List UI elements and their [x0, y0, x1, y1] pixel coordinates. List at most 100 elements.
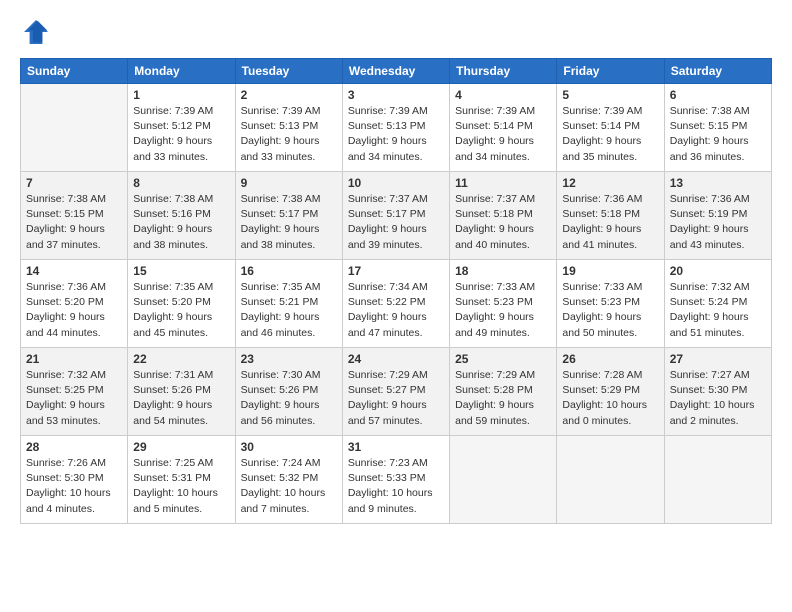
- header-cell-monday: Monday: [128, 59, 235, 84]
- day-cell: 11Sunrise: 7:37 AMSunset: 5:18 PMDayligh…: [450, 172, 557, 260]
- week-row-3: 21 Sunrise: 7:32 AMSunset: 5:25 PMDayligh…: [21, 348, 772, 436]
- day-cell: 3Sunrise: 7:39 AMSunset: 5:13 PMDaylight…: [342, 84, 449, 172]
- day-number: 8: [133, 176, 229, 190]
- header-cell-saturday: Saturday: [664, 59, 771, 84]
- day-cell: 26 Sunrise: 7:28 AMSunset: 5:29 PMDayligh…: [557, 348, 664, 436]
- day-number: 14: [26, 264, 122, 278]
- week-row-1: 7 Sunrise: 7:38 AMSunset: 5:15 PMDaylight…: [21, 172, 772, 260]
- day-number: 31: [348, 440, 444, 454]
- page-header: [20, 16, 772, 48]
- day-number: 7: [26, 176, 122, 190]
- logo: [20, 16, 56, 48]
- day-number: 12: [562, 176, 658, 190]
- day-cell: 14 Sunrise: 7:36 AMSunset: 5:20 PMDayligh…: [21, 260, 128, 348]
- day-cell: 27 Sunrise: 7:27 AMSunset: 5:30 PMDayligh…: [664, 348, 771, 436]
- calendar-table: SundayMondayTuesdayWednesdayThursdayFrid…: [20, 58, 772, 524]
- day-cell: [664, 436, 771, 524]
- day-number: 15: [133, 264, 229, 278]
- day-info: Sunrise: 7:39 AMSunset: 5:13 PMDaylight:…: [241, 104, 337, 165]
- day-info: Sunrise: 7:25 AMSunset: 5:31 PMDaylight:…: [133, 456, 229, 517]
- day-cell: 30 Sunrise: 7:24 AMSunset: 5:32 PMDayligh…: [235, 436, 342, 524]
- day-cell: 7 Sunrise: 7:38 AMSunset: 5:15 PMDaylight…: [21, 172, 128, 260]
- day-info: Sunrise: 7:32 AMSunset: 5:25 PMDaylight:…: [26, 368, 122, 429]
- day-number: 5: [562, 88, 658, 102]
- page-container: SundayMondayTuesdayWednesdayThursdayFrid…: [0, 0, 792, 534]
- day-info: Sunrise: 7:37 AMSunset: 5:17 PMDaylight:…: [348, 192, 444, 253]
- day-info: Sunrise: 7:33 AMSunset: 5:23 PMDaylight:…: [562, 280, 658, 341]
- day-cell: 22 Sunrise: 7:31 AMSunset: 5:26 PMDayligh…: [128, 348, 235, 436]
- logo-icon: [20, 16, 52, 48]
- day-number: 20: [670, 264, 766, 278]
- day-number: 27: [670, 352, 766, 366]
- header-cell-friday: Friday: [557, 59, 664, 84]
- header-cell-wednesday: Wednesday: [342, 59, 449, 84]
- calendar-body: 1Sunrise: 7:39 AMSunset: 5:12 PMDaylight…: [21, 84, 772, 524]
- day-cell: 12 Sunrise: 7:36 AMSunset: 5:18 PMDayligh…: [557, 172, 664, 260]
- day-info: Sunrise: 7:24 AMSunset: 5:32 PMDaylight:…: [241, 456, 337, 517]
- day-number: 26: [562, 352, 658, 366]
- day-cell: 13 Sunrise: 7:36 AMSunset: 5:19 PMDayligh…: [664, 172, 771, 260]
- day-info: Sunrise: 7:29 AMSunset: 5:27 PMDaylight:…: [348, 368, 444, 429]
- day-info: Sunrise: 7:38 AMSunset: 5:17 PMDaylight:…: [241, 192, 337, 253]
- day-info: Sunrise: 7:27 AMSunset: 5:30 PMDaylight:…: [670, 368, 766, 429]
- day-number: 30: [241, 440, 337, 454]
- day-number: 21: [26, 352, 122, 366]
- day-number: 25: [455, 352, 551, 366]
- header-cell-thursday: Thursday: [450, 59, 557, 84]
- week-row-4: 28Sunrise: 7:26 AMSunset: 5:30 PMDayligh…: [21, 436, 772, 524]
- day-info: Sunrise: 7:39 AMSunset: 5:14 PMDaylight:…: [455, 104, 551, 165]
- day-cell: 24Sunrise: 7:29 AMSunset: 5:27 PMDayligh…: [342, 348, 449, 436]
- day-number: 13: [670, 176, 766, 190]
- day-info: Sunrise: 7:26 AMSunset: 5:30 PMDaylight:…: [26, 456, 122, 517]
- day-cell: 21 Sunrise: 7:32 AMSunset: 5:25 PMDayligh…: [21, 348, 128, 436]
- day-info: Sunrise: 7:28 AMSunset: 5:29 PMDaylight:…: [562, 368, 658, 429]
- day-cell: 9 Sunrise: 7:38 AMSunset: 5:17 PMDaylight…: [235, 172, 342, 260]
- day-number: 9: [241, 176, 337, 190]
- week-row-2: 14 Sunrise: 7:36 AMSunset: 5:20 PMDayligh…: [21, 260, 772, 348]
- day-cell: 5 Sunrise: 7:39 AMSunset: 5:14 PMDaylight…: [557, 84, 664, 172]
- header-cell-sunday: Sunday: [21, 59, 128, 84]
- day-info: Sunrise: 7:39 AMSunset: 5:14 PMDaylight:…: [562, 104, 658, 165]
- day-info: Sunrise: 7:30 AMSunset: 5:26 PMDaylight:…: [241, 368, 337, 429]
- day-info: Sunrise: 7:36 AMSunset: 5:19 PMDaylight:…: [670, 192, 766, 253]
- day-info: Sunrise: 7:36 AMSunset: 5:20 PMDaylight:…: [26, 280, 122, 341]
- day-cell: 28Sunrise: 7:26 AMSunset: 5:30 PMDayligh…: [21, 436, 128, 524]
- day-cell: 16Sunrise: 7:35 AMSunset: 5:21 PMDayligh…: [235, 260, 342, 348]
- day-cell: 18 Sunrise: 7:33 AMSunset: 5:23 PMDayligh…: [450, 260, 557, 348]
- day-number: 4: [455, 88, 551, 102]
- day-info: Sunrise: 7:38 AMSunset: 5:16 PMDaylight:…: [133, 192, 229, 253]
- day-info: Sunrise: 7:38 AMSunset: 5:15 PMDaylight:…: [26, 192, 122, 253]
- day-number: 22: [133, 352, 229, 366]
- day-info: Sunrise: 7:35 AMSunset: 5:20 PMDaylight:…: [133, 280, 229, 341]
- header-row: SundayMondayTuesdayWednesdayThursdayFrid…: [21, 59, 772, 84]
- day-info: Sunrise: 7:34 AMSunset: 5:22 PMDaylight:…: [348, 280, 444, 341]
- day-cell: 4 Sunrise: 7:39 AMSunset: 5:14 PMDaylight…: [450, 84, 557, 172]
- day-cell: 19 Sunrise: 7:33 AMSunset: 5:23 PMDayligh…: [557, 260, 664, 348]
- day-cell: 10 Sunrise: 7:37 AMSunset: 5:17 PMDayligh…: [342, 172, 449, 260]
- day-cell: 6Sunrise: 7:38 AMSunset: 5:15 PMDaylight…: [664, 84, 771, 172]
- day-cell: 1Sunrise: 7:39 AMSunset: 5:12 PMDaylight…: [128, 84, 235, 172]
- header-cell-tuesday: Tuesday: [235, 59, 342, 84]
- day-number: 19: [562, 264, 658, 278]
- day-number: 1: [133, 88, 229, 102]
- day-info: Sunrise: 7:37 AMSunset: 5:18 PMDaylight:…: [455, 192, 551, 253]
- day-cell: [21, 84, 128, 172]
- day-cell: 23Sunrise: 7:30 AMSunset: 5:26 PMDayligh…: [235, 348, 342, 436]
- day-info: Sunrise: 7:31 AMSunset: 5:26 PMDaylight:…: [133, 368, 229, 429]
- day-number: 29: [133, 440, 229, 454]
- day-cell: 20 Sunrise: 7:32 AMSunset: 5:24 PMDayligh…: [664, 260, 771, 348]
- day-info: Sunrise: 7:23 AMSunset: 5:33 PMDaylight:…: [348, 456, 444, 517]
- day-info: Sunrise: 7:35 AMSunset: 5:21 PMDaylight:…: [241, 280, 337, 341]
- day-info: Sunrise: 7:36 AMSunset: 5:18 PMDaylight:…: [562, 192, 658, 253]
- day-number: 18: [455, 264, 551, 278]
- day-number: 17: [348, 264, 444, 278]
- day-info: Sunrise: 7:33 AMSunset: 5:23 PMDaylight:…: [455, 280, 551, 341]
- day-cell: 31 Sunrise: 7:23 AMSunset: 5:33 PMDayligh…: [342, 436, 449, 524]
- day-cell: [450, 436, 557, 524]
- day-number: 2: [241, 88, 337, 102]
- day-cell: 25Sunrise: 7:29 AMSunset: 5:28 PMDayligh…: [450, 348, 557, 436]
- day-info: Sunrise: 7:32 AMSunset: 5:24 PMDaylight:…: [670, 280, 766, 341]
- day-info: Sunrise: 7:39 AMSunset: 5:13 PMDaylight:…: [348, 104, 444, 165]
- day-cell: [557, 436, 664, 524]
- day-number: 10: [348, 176, 444, 190]
